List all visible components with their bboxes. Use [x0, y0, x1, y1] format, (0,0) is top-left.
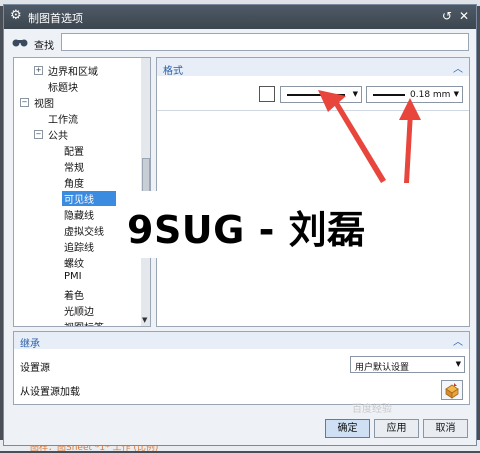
ok-button[interactable]: 确定 — [325, 419, 370, 438]
dropdown-arrow-icon: ▼ — [455, 360, 461, 368]
format-section-header[interactable]: 格式 ︿ — [157, 58, 469, 77]
tree-item-borders-zones[interactable]: 边界和区域 — [48, 63, 98, 78]
collapse-caret-icon[interactable]: ︿ — [453, 333, 463, 348]
tree-item-workflow[interactable]: 工作流 — [48, 111, 78, 126]
tree-item-view-label[interactable]: 视图标签 — [64, 319, 104, 326]
format-row: ▼ 0.18 mm ▼ — [157, 76, 469, 111]
tree-item-configuration[interactable]: 配置 — [64, 143, 84, 158]
window-title: 制图首选项 — [28, 12, 83, 25]
tree-item-general[interactable]: 常规 — [64, 159, 84, 174]
settings-source-label: 设置源 — [20, 363, 50, 374]
tree-item-shading[interactable]: 着色 — [64, 287, 84, 302]
inherit-section: 继承 ︿ 设置源 用户默认设置 ▼ 从设置源加载 — [13, 331, 470, 405]
reset-icon[interactable]: ↺ — [442, 9, 452, 23]
tree-item-smooth-edges[interactable]: 光顺边 — [64, 303, 94, 318]
watermark: 百度经验 — [352, 404, 392, 415]
binoculars-icon — [12, 39, 28, 47]
collapse-icon[interactable]: − — [34, 130, 43, 139]
tree-item-common[interactable]: 公共 — [48, 127, 68, 142]
color-swatch[interactable] — [259, 86, 275, 102]
settings-source-value: 用户默认设置 — [355, 363, 410, 373]
line-width-value: 0.18 mm — [410, 90, 451, 100]
line-width-preview — [373, 94, 405, 96]
gear-icon: ⚙ — [10, 8, 22, 23]
search-input[interactable] — [61, 33, 469, 51]
scroll-down-icon[interactable]: ▼ — [142, 316, 147, 324]
inherit-section-header[interactable]: 继承 ︿ — [14, 332, 469, 350]
search-label: 查找 — [34, 41, 54, 52]
load-settings-icon — [445, 383, 459, 399]
tree-item-virtual-intersections[interactable]: 虚拟交线 — [64, 223, 104, 238]
search-row: 查找 — [10, 33, 472, 53]
tree-item-visible-lines[interactable]: 可见线 — [62, 191, 116, 206]
line-style-preview — [287, 94, 345, 96]
line-style-dropdown[interactable]: ▼ — [280, 86, 362, 103]
tree-item-threads[interactable]: 螺纹 — [64, 255, 84, 270]
tree-item-view[interactable]: 视图 — [34, 95, 54, 110]
collapse-icon[interactable]: − — [20, 98, 29, 107]
settings-source-select[interactable]: 用户默认设置 ▼ — [350, 356, 465, 373]
load-from-source-button[interactable] — [441, 380, 463, 400]
tree-item-hidden-lines[interactable]: 隐藏线 — [64, 207, 94, 222]
inherit-section-title: 继承 — [20, 339, 40, 350]
tree-item-trace-lines[interactable]: 追踪线 — [64, 239, 94, 254]
load-from-source-label: 从设置源加载 — [20, 387, 80, 398]
dropdown-arrow-icon: ▼ — [453, 90, 459, 98]
close-icon[interactable]: ✕ — [459, 9, 469, 23]
overlay-banner: 9SUG - 刘磊 — [117, 191, 366, 258]
apply-button[interactable]: 应用 — [374, 419, 419, 438]
overlay-text: 9SUG - 刘磊 — [127, 208, 366, 252]
format-section-title: 格式 — [163, 66, 183, 77]
cancel-button[interactable]: 取消 — [423, 419, 468, 438]
line-width-dropdown[interactable]: 0.18 mm ▼ — [366, 86, 463, 103]
tree-item-angle[interactable]: 角度 — [64, 175, 84, 190]
tree-item-pmi[interactable]: PMI — [64, 271, 82, 282]
tree-item-title-block[interactable]: 标题块 — [48, 79, 78, 94]
expand-icon[interactable]: + — [34, 66, 43, 75]
collapse-caret-icon[interactable]: ︿ — [453, 60, 463, 75]
dropdown-arrow-icon: ▼ — [352, 90, 358, 98]
title-bar: ⚙ 制图首选项 ↺ ✕ — [4, 5, 476, 29]
